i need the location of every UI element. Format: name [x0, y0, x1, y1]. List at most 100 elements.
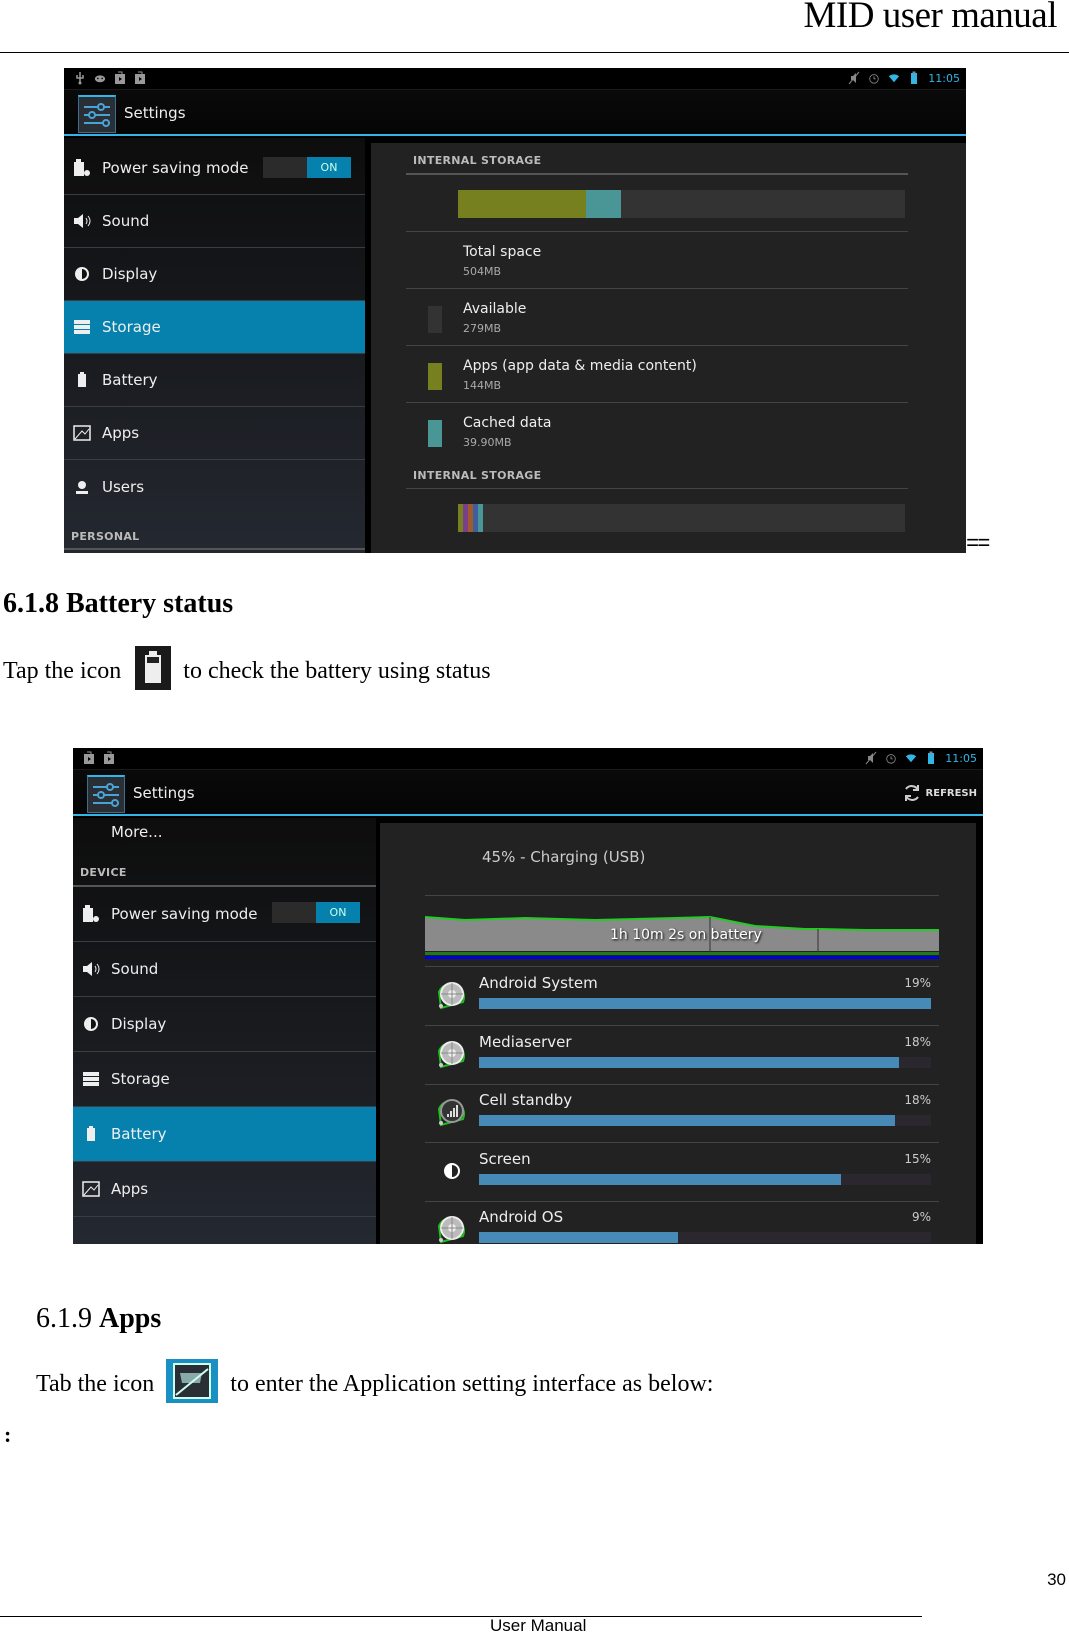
- battery-section-heading: 6.1.8 Battery status: [3, 588, 234, 619]
- sidebar-item-display[interactable]: Display: [64, 248, 365, 301]
- usage-percent: 18%: [904, 1034, 931, 1049]
- sidebar-item-label: Users: [102, 477, 145, 496]
- status-time: 11:05: [928, 71, 960, 85]
- status-bar: 11:05: [73, 748, 983, 770]
- internal-storage-header-2: INTERNAL STORAGE: [413, 469, 542, 482]
- battery-content-panel: 45% - Charging (USB) 1h 10m 2s on batter…: [380, 823, 976, 1244]
- usage-bar-fill: [479, 1056, 900, 1068]
- alarm-icon: [869, 74, 880, 84]
- sidebar-item-label: Storage: [102, 318, 161, 336]
- refresh-icon: [904, 785, 919, 801]
- action-bar: Settings REFRESH: [73, 770, 983, 816]
- battery-usage-row[interactable]: Screen 15%: [425, 1144, 939, 1202]
- usage-bar-fill: [479, 1115, 895, 1126]
- play-store-icon: [135, 71, 145, 84]
- sidebar-item-label: Display: [111, 1015, 167, 1033]
- battery-graph-label: 1h 10m 2s on battery: [610, 927, 762, 943]
- stray-colon: :: [4, 1422, 12, 1447]
- battery-usage-row[interactable]: Cell standby 18%: [425, 1085, 939, 1143]
- usage-bar-track: [479, 1115, 931, 1126]
- usage-segment: [478, 504, 483, 532]
- wifi-icon: [906, 754, 917, 763]
- cached-data-title[interactable]: Cached data: [463, 415, 551, 431]
- settings-sidebar: More... DEVICE Power saving mode ON Soun…: [73, 818, 376, 1244]
- power-saving-toggle[interactable]: ON: [272, 902, 360, 923]
- sidebar-item-label: Apps: [102, 424, 140, 442]
- power-saving-icon: [72, 158, 92, 178]
- action-bar: Settings: [64, 90, 966, 136]
- storage-content-panel: INTERNAL STORAGE Total space 504MB Avail…: [371, 143, 966, 553]
- sidebar-item-storage[interactable]: Storage: [73, 1052, 376, 1107]
- sidebar-item-label: Apps: [111, 1180, 149, 1198]
- usb-icon: [76, 72, 84, 85]
- apps-icon: [72, 423, 92, 443]
- apps-storage-title[interactable]: Apps (app data & media content): [463, 358, 697, 374]
- refresh-button[interactable]: REFRESH: [902, 783, 977, 803]
- battery-icon: [81, 1124, 101, 1144]
- sidebar-item-battery[interactable]: Battery: [64, 354, 365, 407]
- usage-name: Cell standby: [479, 1091, 573, 1109]
- cached-swatch: [428, 420, 442, 447]
- battery-status-text: 45% - Charging (USB): [482, 848, 646, 866]
- sidebar-item-apps[interactable]: Apps: [64, 407, 365, 460]
- play-store-icon: [104, 751, 114, 764]
- sidebar-item-label: Battery: [111, 1125, 167, 1143]
- usage-percent: 9%: [911, 1210, 931, 1224]
- sidebar-item-battery[interactable]: Battery: [73, 1107, 376, 1162]
- status-time: 11:05: [945, 751, 977, 765]
- sidebar-item-label: Sound: [102, 212, 150, 230]
- sound-icon: [72, 211, 92, 231]
- footer-label: User Manual: [490, 1616, 587, 1635]
- status-bar: 11:05: [64, 68, 966, 90]
- sidebar-item-display[interactable]: Display: [73, 997, 376, 1052]
- instruction-text: Tab the icon: [36, 1370, 155, 1397]
- sidebar-item-sound[interactable]: Sound: [73, 942, 376, 997]
- usage-bar-track: [479, 1056, 931, 1068]
- battery-usage-row[interactable]: Android System 19%: [425, 968, 939, 1026]
- users-icon: [72, 477, 92, 497]
- sidebar-item-more[interactable]: More...: [111, 823, 163, 841]
- cached-data-value: 39.90MB: [463, 436, 512, 449]
- usage-bar-fill: [479, 1173, 841, 1185]
- usage-bar-fill: [479, 1232, 678, 1243]
- sidebar-item-power-saving[interactable]: Power saving mode ON: [64, 142, 365, 195]
- usage-name: Mediaserver: [479, 1032, 572, 1051]
- cell-standby-icon: [435, 1095, 469, 1129]
- settings-app-icon: [78, 95, 116, 133]
- heading-title: Apps: [99, 1303, 162, 1334]
- sidebar-item-users[interactable]: Users: [73, 1217, 376, 1244]
- usage-percent: 19%: [904, 976, 931, 990]
- apps-swatch: [428, 363, 442, 390]
- apps-icon: [166, 1358, 219, 1410]
- sidebar-section-device: DEVICE: [80, 866, 127, 879]
- android-debug-icon: [94, 75, 106, 83]
- battery-usage-row[interactable]: Android OS 9%: [425, 1202, 939, 1244]
- sidebar-section-personal: PERSONAL: [71, 530, 140, 543]
- apps-instruction: Tab the icon to enter the Application se…: [36, 1358, 713, 1410]
- usage-name: Android OS: [479, 1208, 564, 1226]
- wifi-icon: [889, 74, 900, 83]
- power-saving-toggle[interactable]: ON: [263, 157, 351, 178]
- alarm-icon: [886, 754, 897, 764]
- instruction-text: Tap the icon: [3, 657, 122, 684]
- battery-usage-list: Android System 19% Mediaserver 18% Cell stan…: [425, 968, 939, 1244]
- section-divider: [64, 548, 365, 550]
- sidebar-item-storage[interactable]: Storage: [64, 301, 365, 354]
- android-system-icon: [435, 978, 469, 1012]
- battery-usage-row[interactable]: Mediaserver 18%: [425, 1027, 939, 1085]
- sidebar-item-users[interactable]: Users: [64, 460, 365, 513]
- apps-storage-value: 144MB: [463, 379, 502, 392]
- sidebar-item-power-saving[interactable]: Power saving mode ON: [73, 887, 376, 942]
- page-number: 30: [1047, 1570, 1066, 1589]
- screen-brightness-icon: [435, 1154, 469, 1188]
- usage-bar-track: [479, 1173, 931, 1185]
- sidebar-item-sound[interactable]: Sound: [64, 195, 365, 248]
- heading-number: 6.1.9: [36, 1303, 99, 1334]
- power-saving-icon: [81, 904, 101, 924]
- usage-segment-cached-data: [585, 190, 622, 218]
- available-value: 279MB: [463, 322, 502, 335]
- app-title[interactable]: Settings: [124, 104, 186, 122]
- battery-icon: [135, 645, 172, 697]
- app-title[interactable]: Settings: [133, 784, 195, 802]
- sidebar-item-apps[interactable]: Apps: [73, 1162, 376, 1217]
